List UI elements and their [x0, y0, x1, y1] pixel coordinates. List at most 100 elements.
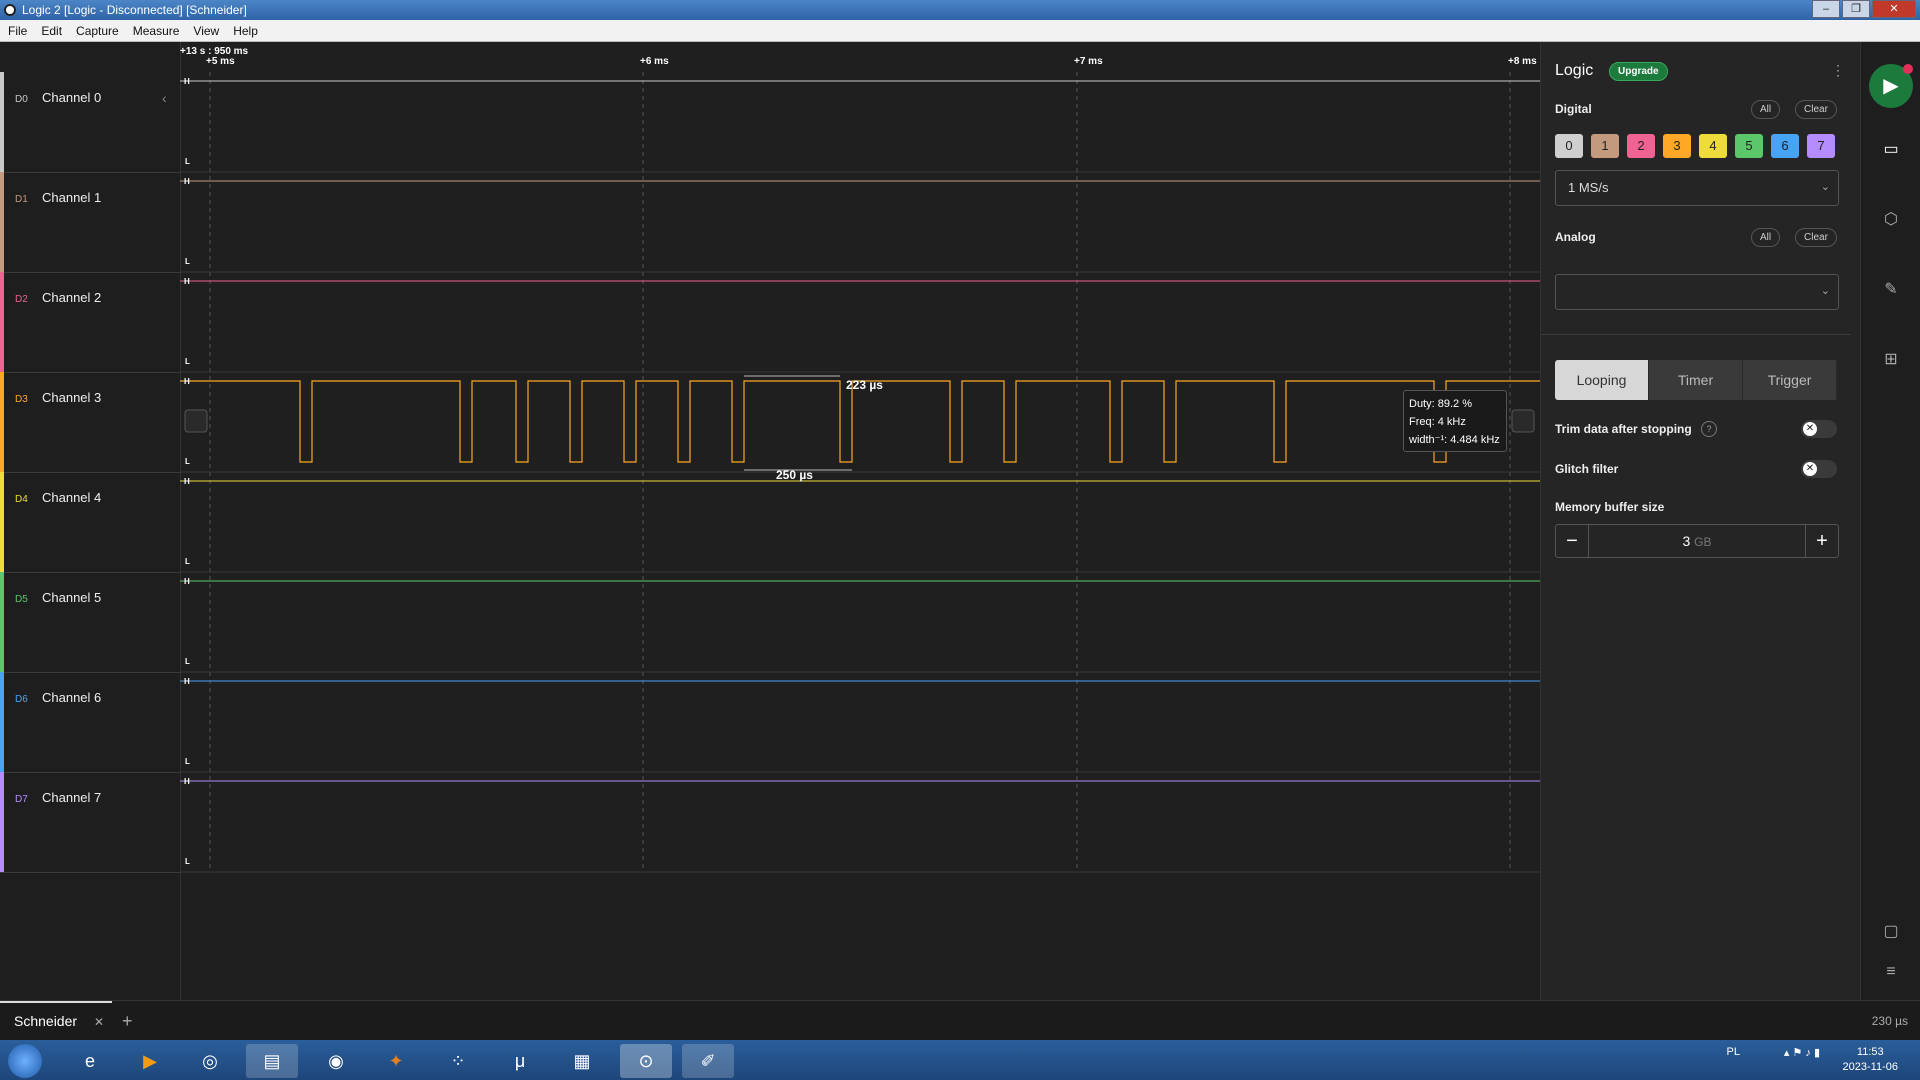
menu-capture[interactable]: Capture — [76, 24, 119, 38]
browser-icon[interactable]: ◎ — [184, 1044, 236, 1078]
mode-timer[interactable]: Timer — [1649, 360, 1743, 400]
digital-all-button[interactable]: All — [1751, 100, 1781, 119]
maximize-button[interactable]: ❐ — [1842, 0, 1870, 18]
digital-channel-2-toggle[interactable]: 2 — [1627, 134, 1655, 158]
mu-editor-icon[interactable]: μ — [494, 1044, 546, 1078]
close-button[interactable]: ✕ — [1872, 0, 1916, 18]
device-settings-panel: Logic Upgrade ⋮ Digital All Clear 0 1 2 … — [1540, 42, 1861, 1000]
help-icon[interactable]: ? — [1701, 421, 1717, 437]
close-icon: ✕ — [1803, 462, 1817, 476]
channel-name: Channel 2 — [42, 290, 102, 305]
memory-label: Memory buffer size — [1555, 500, 1665, 514]
language-indicator[interactable]: PL — [1727, 1046, 1740, 1058]
level-high: H — [184, 377, 190, 386]
extensions-icon[interactable]: ⊞ — [1879, 348, 1903, 372]
analyzers-icon[interactable]: ⬡ — [1879, 208, 1903, 232]
level-low: L — [185, 857, 190, 866]
file-explorer-icon[interactable]: ▤ — [246, 1044, 298, 1078]
channel-row-1[interactable]: D1 Channel 1 — [0, 172, 180, 273]
minimize-button[interactable]: – — [1812, 0, 1840, 18]
side-icon-bar: ▶ ▭ ⬡ ✎ ⊞ ▢ ≡ — [1860, 42, 1920, 1000]
menu-edit[interactable]: Edit — [41, 24, 62, 38]
channel-name: Channel 1 — [42, 190, 102, 205]
memory-unit: GB — [1694, 535, 1712, 549]
increment-button[interactable]: + — [1806, 525, 1838, 557]
analog-all-button[interactable]: All — [1751, 228, 1781, 247]
menu-measure[interactable]: Measure — [133, 24, 180, 38]
measurements-icon[interactable]: ✎ — [1879, 278, 1903, 302]
waveform-canvas[interactable]: H L H L H L H L H L H L H L H L — [180, 42, 1540, 1000]
mode-looping[interactable]: Looping — [1555, 360, 1649, 400]
channel-color-bar — [0, 372, 4, 472]
menu-icon[interactable]: ≡ — [1879, 960, 1903, 984]
channel-row-4[interactable]: D4 Channel 4 — [0, 472, 180, 573]
chevron-down-icon: ⌄ — [1820, 181, 1830, 193]
menu-help[interactable]: Help — [233, 24, 258, 38]
channel-row-7[interactable]: D7 Channel 7 — [0, 772, 180, 873]
channel-tag: D5 — [15, 594, 28, 605]
start-button[interactable] — [8, 1044, 42, 1078]
session-tab[interactable]: Schneider ✕ — [0, 1001, 112, 1043]
channel-row-6[interactable]: D6 Channel 6 — [0, 672, 180, 773]
paint-brush-icon[interactable]: ✐ — [682, 1044, 734, 1078]
paint-icon[interactable]: ✦ — [370, 1044, 422, 1078]
digital-channel-5-toggle[interactable]: 5 — [1735, 134, 1763, 158]
device-settings-icon[interactable]: ▭ — [1879, 138, 1903, 162]
clock-date: 2023-11-06 — [1842, 1061, 1898, 1073]
digital-channel-1-toggle[interactable]: 1 — [1591, 134, 1619, 158]
dots-app-icon[interactable]: ⁘ — [432, 1044, 484, 1078]
analog-sample-rate-select[interactable]: ⌄ — [1555, 274, 1839, 310]
channel-tag: D2 — [15, 294, 28, 305]
level-high: H — [184, 177, 190, 186]
digital-channel-4-toggle[interactable]: 4 — [1699, 134, 1727, 158]
tray-icons[interactable]: ▴ ⚑ ♪ ▮ — [1784, 1046, 1820, 1059]
decrement-button[interactable]: − — [1556, 525, 1588, 557]
menu-view[interactable]: View — [193, 24, 219, 38]
channel-row-3[interactable]: D3 Channel 3 — [0, 372, 180, 473]
session-tab-bar: Schneider ✕ + 230 µs — [0, 1000, 1920, 1041]
channel-tag: D0 — [15, 94, 28, 105]
memory-value-field[interactable]: 3 GB — [1588, 525, 1806, 557]
mode-trigger[interactable]: Trigger — [1743, 360, 1837, 400]
chrome-icon[interactable]: ◉ — [310, 1044, 362, 1078]
channel-row-2[interactable]: D2 Channel 2 — [0, 272, 180, 373]
analog-label: Analog — [1555, 230, 1596, 244]
level-high: H — [184, 677, 190, 686]
glitch-filter-toggle[interactable]: ✕ — [1801, 460, 1837, 478]
channel-color-bar — [0, 272, 4, 372]
glitch-label: Glitch filter — [1555, 462, 1619, 476]
menu-file[interactable]: File — [8, 24, 27, 38]
os-taskbar: e ▶ ◎ ▤ ◉ ✦ ⁘ μ ▦ ⊙ ✐ PL ▴ ⚑ ♪ ▮ 11:53 2… — [0, 1040, 1920, 1080]
digital-channel-3-toggle[interactable]: 3 — [1663, 134, 1691, 158]
sample-rate-select[interactable]: 1 MS/s ⌄ — [1555, 170, 1839, 206]
trim-toggle[interactable]: ✕ — [1801, 420, 1837, 438]
panel-title: Logic — [1555, 62, 1594, 79]
channel-name: Channel 5 — [42, 590, 102, 605]
add-tab-button[interactable]: + — [122, 1011, 133, 1032]
more-options-icon[interactable]: ⋮ — [1831, 62, 1845, 79]
digital-channel-6-toggle[interactable]: 6 — [1771, 134, 1799, 158]
app-icon — [4, 4, 16, 16]
upgrade-button[interactable]: Upgrade — [1609, 62, 1668, 81]
channel-row-0[interactable]: D0 Channel 0 — [0, 72, 180, 173]
feedback-icon[interactable]: ▢ — [1879, 920, 1903, 944]
analog-clear-button[interactable]: Clear — [1795, 228, 1837, 247]
level-low: L — [185, 157, 190, 166]
sample-rate-value: 1 MS/s — [1568, 180, 1609, 195]
system-clock[interactable]: 11:53 2023-11-06 — [1843, 1045, 1898, 1075]
digital-channel-0-toggle[interactable]: 0 — [1555, 134, 1583, 158]
logic-app-icon[interactable]: ⊙ — [620, 1044, 672, 1078]
media-player-icon[interactable]: ▶ — [124, 1044, 176, 1078]
channel-row-5[interactable]: D5 Channel 5 — [0, 572, 180, 673]
divider — [1541, 334, 1851, 335]
channel-color-bar — [0, 672, 4, 772]
digital-clear-button[interactable]: Clear — [1795, 100, 1837, 119]
close-tab-icon[interactable]: ✕ — [94, 1015, 104, 1029]
calendar-icon[interactable]: ▦ — [556, 1044, 608, 1078]
ie-icon[interactable]: e — [64, 1044, 116, 1078]
period-label: 250 µs — [776, 468, 813, 482]
session-tab-label: Schneider — [14, 1013, 78, 1029]
digital-channel-7-toggle[interactable]: 7 — [1807, 134, 1835, 158]
channel-color-bar — [0, 572, 4, 672]
window-title: Logic 2 [Logic - Disconnected] [Schneide… — [22, 3, 247, 17]
